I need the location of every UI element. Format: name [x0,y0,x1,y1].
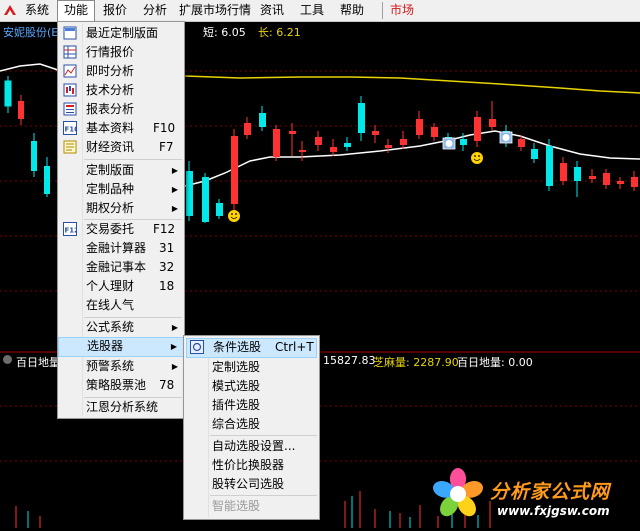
sub-indicator-value2: 芝麻量: 2287.90 [373,356,459,369]
menu-item-online-popularity[interactable]: 在线人气 [58,296,184,315]
menu-item-combined-select[interactable]: 综合选股 [184,415,319,434]
submenu-arrow-icon: ▶ [170,342,177,351]
menu-news[interactable]: 资讯 [254,0,290,21]
layout-icon [63,26,77,40]
menu-item-custom-select[interactable]: 定制选股 [184,358,319,377]
menu-item-stock-selector[interactable]: 选股器 ▶ [58,337,184,357]
signal-smiley-icon [228,210,240,222]
watermark-flower-logo [432,468,484,517]
submenu-arrow-icon: ▶ [171,185,178,194]
ma-short-line-right [184,130,640,187]
menu-item-value-swapper[interactable]: 性价比换股器 [184,456,319,475]
ma-short-value: 短: 6.05 [203,26,246,39]
app-logo-icon [4,5,16,15]
submenu-arrow-icon: ▶ [171,362,178,371]
sub-indicator-value1: 15827.83 [323,354,376,367]
menu-item-finance-news[interactable]: 财经资讯 F7 [58,138,184,157]
signal-face-box-icon [442,137,456,150]
function-menu: 最近定制版面 行情报价 即时分析 技术分析 报表分析 F10 基本资料 F10 … [57,21,185,419]
candle [299,150,306,152]
ma-long-value: 长: 6.21 [258,26,301,39]
menu-item-alert-system[interactable]: 预警系统 ▶ [58,357,184,376]
menu-item-condition-select[interactable]: 条件选股 Ctrl+T [186,338,317,358]
watermark-site-url: www.fxjgsw.com [497,504,610,518]
menu-quote[interactable]: 报价 [97,0,133,21]
menu-item-strategy-pool[interactable]: 策略股票池 78 [58,376,184,395]
f10-icon: F10 [63,121,77,135]
menu-item-notebook[interactable]: 金融记事本 32 [58,258,184,277]
candles-left [4,76,50,197]
svg-text:F10: F10 [65,126,78,134]
menu-item-trade[interactable]: F12 交易委托 F12 [58,220,184,239]
signal-face-box-icon [499,131,513,144]
f12-icon: F12 [63,222,77,236]
menu-item-formula-system[interactable]: 公式系统 ▶ [58,318,184,337]
news-icon [63,140,77,154]
menu-item-calculator[interactable]: 金融计算器 31 [58,239,184,258]
menu-system[interactable]: 系统 [19,0,55,21]
menu-item-personal-finance[interactable]: 个人理财 18 [58,277,184,296]
sub-indicator-value3: 百日地量: 0.00 [457,356,533,369]
menu-function[interactable]: 功能 [57,0,96,22]
menu-item-quote[interactable]: 行情报价 [58,43,184,62]
menu-item-custom-symbols[interactable]: 定制品种 ▶ [58,180,184,199]
stock-selector-submenu: 条件选股 Ctrl+T 定制选股 模式选股 插件选股 综合选股 自动选股设置..… [183,335,320,520]
watermark-site-name: 分析家公式网 [490,481,611,503]
menu-item-recent-layout[interactable]: 最近定制版面 [58,24,184,43]
menu-extended-market[interactable]: 扩展市场行情 [173,0,257,21]
menu-item-report[interactable]: 报表分析 [58,100,184,119]
candlestick-icon [63,83,77,97]
menu-item-basic-info[interactable]: F10 基本资料 F10 [58,119,184,138]
line-chart-icon [63,64,77,78]
submenu-arrow-icon: ▶ [171,323,178,332]
menu-tools[interactable]: 工具 [294,0,330,21]
submenu-arrow-icon: ▶ [171,166,178,175]
signal-smiley-icon [471,152,483,164]
ma-long-line [184,75,640,94]
menu-item-custom-layout[interactable]: 定制版面 ▶ [58,161,184,180]
menu-item-technical[interactable]: 技术分析 [58,81,184,100]
menu-market[interactable]: 市场 [384,0,420,21]
menu-item-auto-select-settings[interactable]: 自动选股设置... [184,437,319,456]
menu-item-gann-analysis[interactable]: 江恩分析系统 [58,398,184,417]
menu-help[interactable]: 帮助 [334,0,370,21]
report-icon [63,102,77,116]
menu-item-realtime[interactable]: 即时分析 [58,62,184,81]
quote-grid-icon [63,45,77,59]
menu-item-smart-select: 智能选股 [212,499,261,513]
menu-item-pattern-select[interactable]: 模式选股 [184,377,319,396]
svg-text:F12: F12 [65,227,78,235]
submenu-arrow-icon: ▶ [171,204,178,213]
menu-item-plugin-select[interactable]: 插件选股 [184,396,319,415]
condition-select-icon [190,340,204,354]
menu-bar: 系统 功能 报价 分析 扩展市场行情 资讯 工具 帮助 市场 [0,0,640,22]
menu-analysis[interactable]: 分析 [137,0,173,21]
stock-name-label: 安妮股份(E [3,26,59,39]
sub-indicator-name: 百日地量 [16,356,60,369]
menu-item-neeq-select[interactable]: 股转公司选股 [184,475,319,494]
ma-short-line [0,63,61,72]
indicator-toggle-icon[interactable] [3,355,12,364]
menu-item-options[interactable]: 期权分析 ▶ [58,199,184,218]
menu-separator [382,2,383,19]
